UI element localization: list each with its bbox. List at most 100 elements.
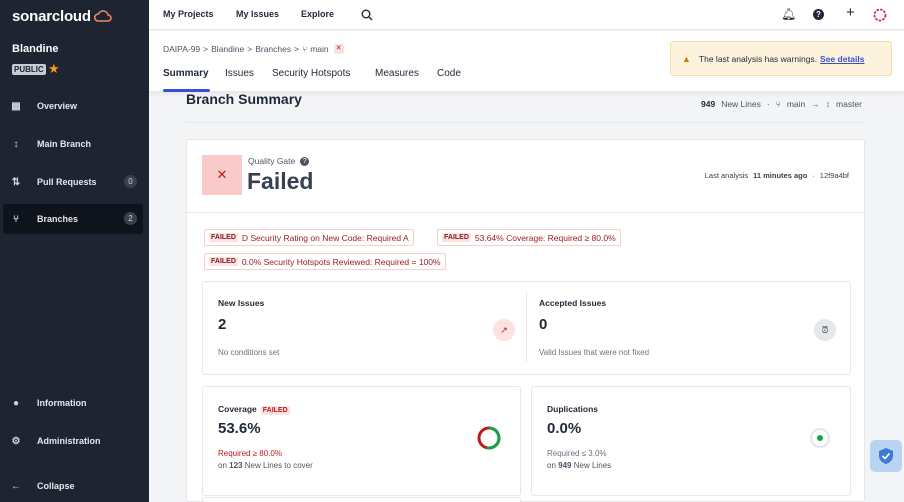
coverage-value[interactable]: 53.6% <box>218 420 261 437</box>
nav-explore[interactable]: Explore <box>301 9 334 19</box>
current-branch: main <box>786 99 806 109</box>
condition-text: D Security Rating on New Code: Required … <box>241 232 409 243</box>
sidebar-item-main-branch[interactable]: ↕ Main Branch <box>3 129 143 159</box>
overview-icon: ▦ <box>11 100 21 112</box>
tab-code[interactable]: Code <box>437 68 461 79</box>
breadcrumb: DAIPA-99 > Blandine > Branches > ⑂ main ✕ <box>163 44 344 54</box>
duplications-indicator-icon <box>810 428 830 448</box>
new-lines-count: 949 <box>701 99 716 109</box>
sidebar-collapse-button[interactable]: ← Collapse <box>3 471 143 501</box>
accepted-issues-value[interactable]: 0 <box>539 316 547 333</box>
commit-hash: 12f9a4bf <box>819 171 849 180</box>
failed-condition[interactable]: FAILED 0.0% Security Hotspots Reviewed: … <box>204 253 446 270</box>
quality-gate-label-text: Quality Gate <box>248 156 296 166</box>
sidebar-item-label: Overview <box>37 101 78 111</box>
coverage-box: Coverage FAILED 53.6% Required ≥ 80.0% on… <box>202 386 521 496</box>
breadcrumb-project[interactable]: Blandine <box>211 44 244 54</box>
new-issues-label: New Issues <box>218 298 265 308</box>
accepted-issues-subtext: Valid Issues that were not fixed <box>539 348 650 357</box>
tab-measures[interactable]: Measures <box>375 68 419 79</box>
coverage-donut-icon <box>477 426 501 450</box>
breadcrumb-branches[interactable]: Branches <box>255 44 291 54</box>
tab-issues[interactable]: Issues <box>225 68 254 79</box>
main-branch-icon: ↕ <box>825 99 831 109</box>
main-branch-icon: ↕ <box>13 138 19 150</box>
clock-icon: ⏰︎ <box>814 319 836 341</box>
sidebar-item-label: Information <box>37 398 87 408</box>
accepted-issues-label: Accepted Issues <box>539 298 607 308</box>
project-name[interactable]: Blandine <box>12 43 58 55</box>
duplications-box: Duplications 0.0% Required ≤ 3.0% on 949… <box>531 386 851 496</box>
shield-help-button[interactable] <box>870 440 902 472</box>
failed-x-icon: ✕ <box>202 155 242 195</box>
breadcrumb-branch[interactable]: main <box>310 44 328 54</box>
logo-text-light: sonar <box>12 7 52 25</box>
branch-icon: ⑂ <box>775 99 781 109</box>
quality-gate-status: Failed <box>247 168 314 194</box>
sidebar-item-label: Collapse <box>37 481 75 491</box>
nav-my-issues[interactable]: My Issues <box>236 9 279 19</box>
quality-gate-label: Quality Gate ? <box>248 156 310 166</box>
last-analysis-label: Last analysis <box>704 171 749 180</box>
pull-requests-count-badge: 0 <box>124 175 137 188</box>
sidebar-item-label: Main Branch <box>37 139 92 149</box>
warning-icon: ▲ <box>682 53 691 64</box>
duplications-required: Required ≤ 3.0% <box>547 449 607 458</box>
last-analysis-time: 11 minutes ago <box>753 171 808 180</box>
gear-icon: ⚙ <box>11 435 21 447</box>
duplications-lines-label: New Lines <box>573 461 612 470</box>
quality-gate-card: ✕ Quality Gate ? Failed Last analysis 11… <box>186 139 865 502</box>
coverage-label: Coverage <box>218 404 257 414</box>
info-icon: ● <box>12 397 20 409</box>
failed-tag: FAILED <box>442 233 471 242</box>
branch-failed-icon: ✕ <box>333 44 344 54</box>
arrow-right-icon: → <box>811 99 820 109</box>
failed-tag: FAILED <box>209 233 238 242</box>
issues-metrics-box: New Issues 2 No conditions set ↗ Accepte… <box>202 281 851 375</box>
help-icon[interactable]: ? <box>813 9 824 20</box>
failed-condition[interactable]: FAILED 53.64% Coverage: Required ≥ 80.0% <box>437 229 621 246</box>
warning-text: The last analysis has warnings. <box>698 53 818 64</box>
duplications-lines-count: 949 <box>558 461 572 470</box>
branch-icon: ⑂ <box>302 44 308 54</box>
help-icon[interactable]: ? <box>300 156 310 166</box>
sidebar-item-pull-requests[interactable]: ⇅ Pull Requests 0 <box>3 167 143 197</box>
shield-check-icon <box>879 448 893 464</box>
plus-icon[interactable]: + <box>846 4 855 21</box>
new-issues-value[interactable]: 2 <box>218 316 226 333</box>
divider <box>186 122 864 123</box>
page-title: Branch Summary <box>186 91 302 107</box>
breadcrumb-org[interactable]: DAIPA-99 <box>163 44 200 54</box>
notifications-bell-icon[interactable]: 🔔︎ <box>781 7 796 21</box>
coverage-lines-label: New Lines to cover <box>244 461 313 470</box>
new-issues-subtext: No conditions set <box>218 348 280 357</box>
user-avatar[interactable] <box>873 8 887 22</box>
failed-tag: FAILED <box>209 257 238 266</box>
cloud-logo-icon <box>93 10 112 22</box>
search-icon[interactable] <box>361 9 373 21</box>
see-details-link[interactable]: See details <box>820 54 864 64</box>
sidebar-item-overview[interactable]: ▦ Overview <box>3 91 143 121</box>
next-metric-box <box>202 497 521 502</box>
arrow-left-icon: ← <box>11 480 21 492</box>
duplications-value[interactable]: 0.0% <box>547 420 581 437</box>
sonarcloud-logo[interactable]: sonarcloud <box>12 6 112 26</box>
tab-security-hotspots[interactable]: Security Hotspots <box>272 68 350 79</box>
top-navbar: My Projects My Issues Explore 🔔︎ ? + <box>149 0 904 30</box>
coverage-lines-count: 123 <box>229 461 243 470</box>
tab-summary[interactable]: Summary <box>163 68 209 79</box>
sidebar-item-information[interactable]: ● Information <box>3 388 143 418</box>
sidebar-item-branches[interactable]: ⑂ Branches 2 <box>3 204 143 234</box>
target-branch: master <box>836 99 862 109</box>
sidebar-item-administration[interactable]: ⚙ Administration <box>3 426 143 456</box>
new-lines-label: New Lines <box>721 99 761 109</box>
duplications-label: Duplications <box>547 404 599 414</box>
active-tab-indicator <box>163 89 210 92</box>
branches-icon: ⑂ <box>13 213 19 225</box>
failed-condition[interactable]: FAILED D Security Rating on New Code: Re… <box>204 229 414 246</box>
coverage-required: Required ≥ 80.0% <box>218 449 282 458</box>
favorite-star-icon[interactable]: ★ <box>48 61 60 77</box>
nav-my-projects[interactable]: My Projects <box>163 9 214 19</box>
condition-text: 53.64% Coverage: Required ≥ 80.0% <box>474 232 616 243</box>
logo-text-bold: cloud <box>51 7 91 25</box>
